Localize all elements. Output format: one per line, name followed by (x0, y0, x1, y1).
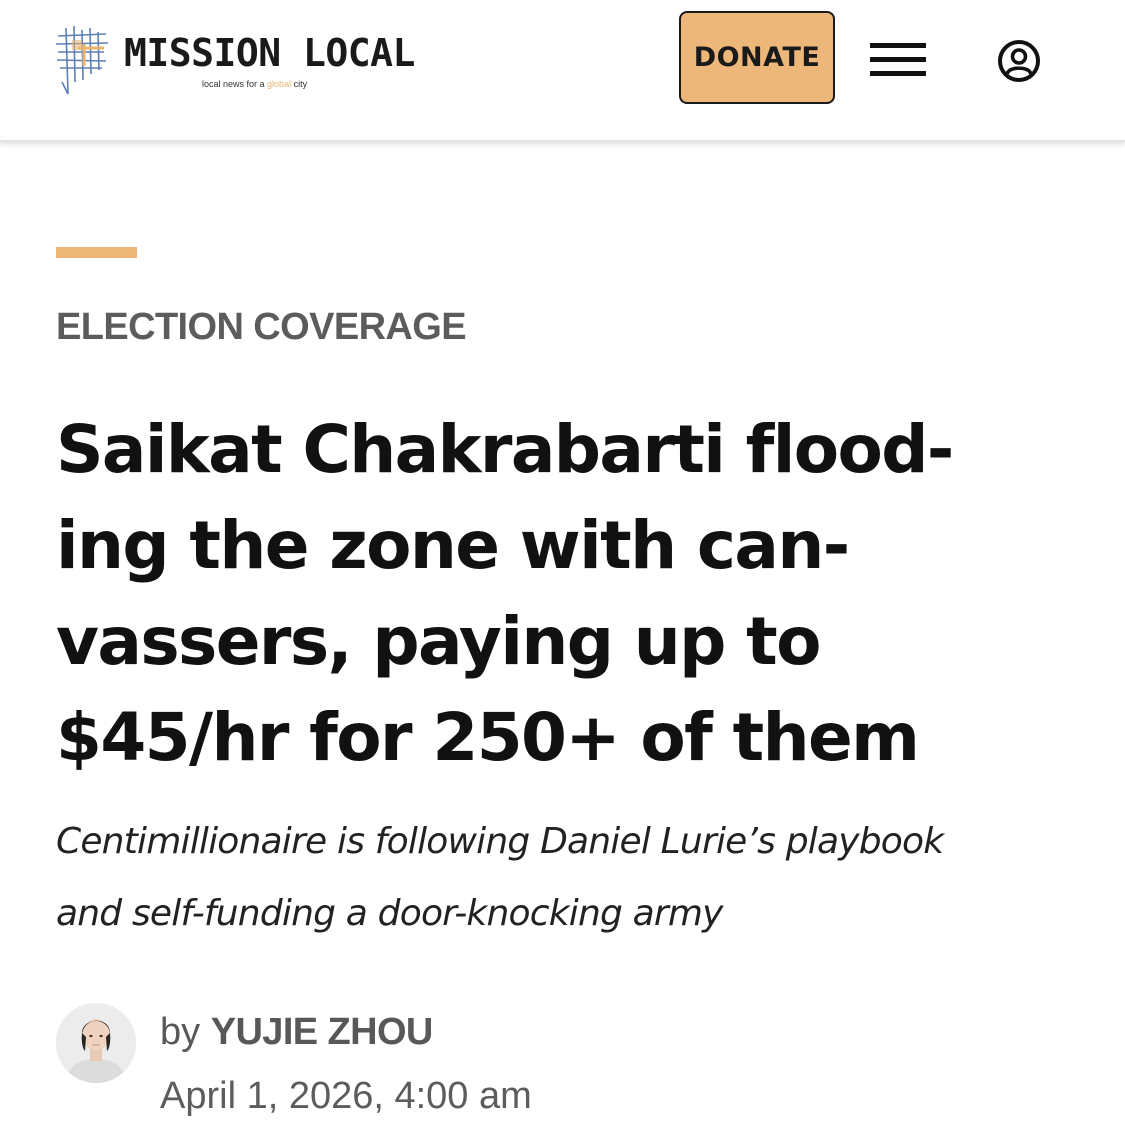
article-headline: Saikat Chakrabarti flood- ing the zone w… (56, 402, 1096, 786)
menu-button[interactable] (866, 36, 932, 84)
tagline-accent: global (267, 79, 292, 89)
logo-wordmark: MISSION LOCAL (124, 31, 415, 75)
site-header: MISSION LOCAL local news for a global ci… (0, 0, 1125, 142)
category-link[interactable]: ELECTION COVERAGE (56, 306, 467, 350)
headline-line: ing the zone with can- (56, 507, 850, 584)
byline: by YUJIE ZHOU (160, 1010, 433, 1056)
site-logo[interactable]: MISSION LOCAL local news for a global ci… (54, 22, 415, 102)
article-subheadline: Centimillionaire is following Daniel Lur… (56, 806, 1096, 950)
user-account-icon (998, 40, 1040, 82)
logo-tagline: local news for a global city (202, 80, 307, 89)
section-accent-bar (56, 247, 137, 258)
author-avatar[interactable] (56, 1003, 136, 1083)
subheadline-line: Centimillionaire is following Daniel Lur… (56, 821, 944, 862)
tagline-suffix: city (293, 79, 308, 89)
author-photo (56, 1003, 136, 1083)
donate-button[interactable]: DONATE (679, 11, 835, 104)
headline-line: vassers, paying up to (56, 603, 821, 680)
tagline-prefix: local news for a (202, 79, 265, 89)
headline-line: Saikat Chakrabarti flood- (56, 411, 954, 488)
headline-line: $45/hr for 250+ of them (56, 699, 920, 776)
mission-local-logo-icon (55, 25, 109, 95)
author-name-link[interactable]: YUJIE ZHOU (211, 1011, 434, 1053)
byline-prefix: by (160, 1011, 201, 1053)
publish-date: April 1, 2026, 4:00 am (160, 1075, 532, 1117)
account-button[interactable] (995, 37, 1043, 85)
subheadline-line: and self-funding a door-knocking army (56, 893, 724, 934)
